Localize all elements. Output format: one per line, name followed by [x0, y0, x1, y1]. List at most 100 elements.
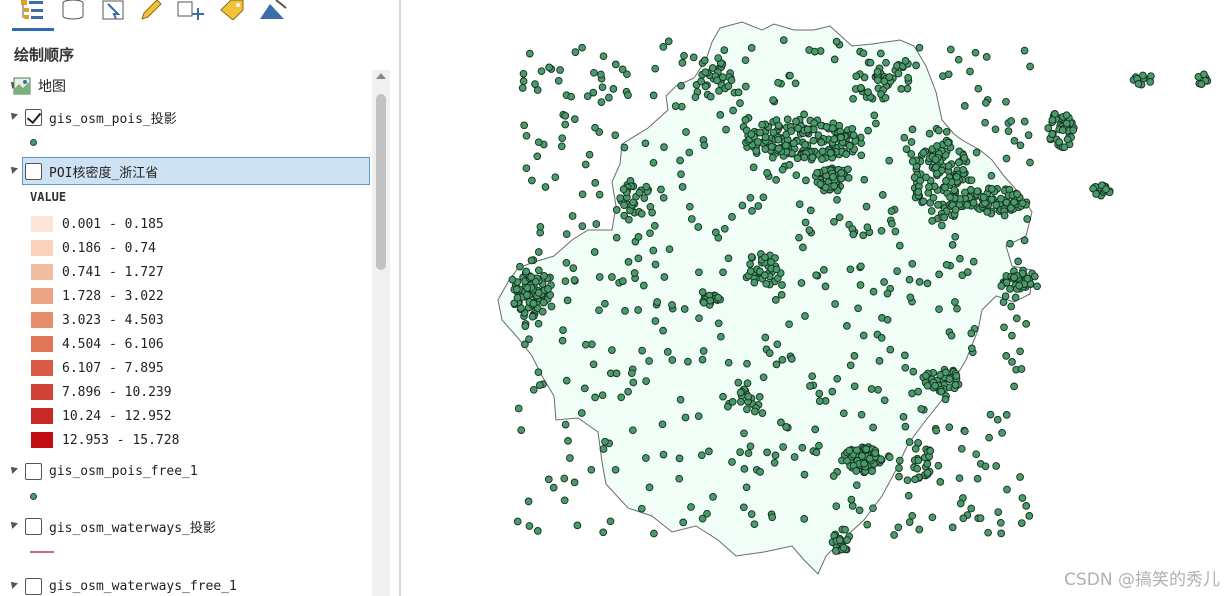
- poi-point: [531, 80, 539, 88]
- poi-point: [806, 382, 814, 390]
- poi-point: [963, 201, 971, 209]
- pane-splitter[interactable]: [399, 0, 401, 596]
- expand-arrow-icon[interactable]: [8, 464, 18, 474]
- poi-point: [606, 517, 615, 526]
- poi-point: [675, 474, 684, 483]
- contents-scrollbar[interactable]: [372, 70, 390, 596]
- poi-point: [1010, 273, 1018, 282]
- poi-point: [982, 99, 990, 107]
- poi-point: [863, 223, 872, 232]
- poi-point: [934, 201, 942, 209]
- poi-point: [846, 361, 855, 370]
- list-by-drawing-order-button[interactable]: [18, 0, 48, 24]
- map-canvas[interactable]: [402, 0, 1226, 596]
- layer-item[interactable]: gis_osm_pois_free_1: [0, 459, 372, 483]
- legend-item[interactable]: 0.741 - 1.727: [30, 260, 350, 284]
- poi-point: [938, 221, 946, 230]
- legend-label: 6.107 - 7.895: [62, 360, 164, 376]
- poi-point: [675, 454, 684, 463]
- layer-visibility-checkbox[interactable]: [25, 108, 42, 126]
- poi-point: [813, 168, 822, 177]
- poi-point: [794, 124, 802, 133]
- poi-point: [578, 43, 586, 52]
- scrollbar-thumb[interactable]: [376, 94, 386, 270]
- poi-point: [951, 298, 959, 306]
- poi-point: [759, 193, 768, 202]
- legend-item[interactable]: 7.896 - 10.239: [30, 380, 350, 404]
- poi-point: [1017, 365, 1026, 373]
- poi-point: [590, 248, 599, 256]
- map-view[interactable]: CSDN @搞笑的秀儿: [402, 0, 1226, 596]
- poi-point: [944, 70, 953, 79]
- contents-toolbar: [0, 0, 391, 36]
- expand-arrow-icon[interactable]: [8, 110, 18, 120]
- poi-point: [915, 43, 924, 52]
- poi-point: [612, 206, 621, 214]
- poi-point: [886, 345, 895, 354]
- list-by-labeling-button[interactable]: [218, 0, 248, 24]
- poi-point: [717, 332, 725, 341]
- poi-point: [609, 85, 618, 93]
- poi-point: [974, 84, 983, 93]
- legend-item[interactable]: 0.001 - 0.185: [30, 212, 350, 236]
- legend-item[interactable]: 12.953 - 15.728: [30, 428, 350, 452]
- poi-point: [996, 194, 1005, 203]
- list-by-snapping-button[interactable]: [176, 0, 206, 24]
- poi-point: [698, 288, 707, 296]
- legend-item[interactable]: 6.107 - 7.895: [30, 356, 350, 380]
- poi-point: [642, 377, 650, 385]
- poi-point: [534, 266, 543, 275]
- poi-point: [629, 378, 638, 387]
- poi-point: [659, 193, 668, 202]
- legend-item[interactable]: 10.24 - 12.952: [30, 404, 350, 428]
- poi-point: [812, 271, 820, 280]
- layer-item[interactable]: gis_osm_waterways_free_1: [0, 574, 372, 596]
- poi-point: [740, 429, 748, 438]
- poi-point: [961, 427, 969, 436]
- layer-item[interactable]: POI核密度_浙江省: [0, 159, 372, 183]
- scroll-up-arrow-icon[interactable]: [376, 73, 386, 79]
- expand-arrow-icon[interactable]: [8, 519, 18, 529]
- layer-item[interactable]: gis_osm_pois_投影: [0, 105, 372, 129]
- poi-point: [539, 298, 548, 307]
- poi-point: [872, 119, 880, 128]
- list-by-source-button[interactable]: [58, 0, 88, 24]
- expand-arrow-icon[interactable]: [8, 164, 18, 174]
- map-node[interactable]: 地图: [0, 74, 372, 98]
- expand-arrow-icon[interactable]: [8, 579, 18, 589]
- layer-item[interactable]: gis_osm_waterways_投影: [0, 514, 372, 538]
- poi-point: [933, 169, 941, 178]
- poi-point: [818, 147, 827, 156]
- list-by-perspective-imagery-button[interactable]: [258, 0, 288, 24]
- poi-point: [774, 135, 783, 144]
- legend-item[interactable]: 0.186 - 0.74: [30, 236, 350, 260]
- poi-point: [885, 453, 894, 462]
- list-by-selection-button[interactable]: [98, 0, 128, 24]
- layer-visibility-checkbox[interactable]: [25, 462, 42, 480]
- legend-item[interactable]: 1.728 - 3.022: [30, 284, 350, 308]
- layer-visibility-checkbox[interactable]: [25, 577, 42, 595]
- poi-point: [687, 503, 695, 511]
- list-by-editing-button[interactable]: [136, 0, 166, 24]
- poi-point: [570, 276, 579, 284]
- legend-item[interactable]: 4.504 - 6.106: [30, 332, 350, 356]
- poi-point: [748, 207, 756, 215]
- layer-visibility-checkbox[interactable]: [25, 162, 42, 180]
- poi-point: [885, 156, 894, 165]
- layer-visibility-checkbox[interactable]: [25, 517, 42, 535]
- poi-point: [736, 448, 744, 456]
- poi-point: [536, 222, 545, 231]
- layer-name: gis_osm_pois_free_1: [49, 463, 198, 479]
- poi-point: [561, 420, 570, 429]
- poi-point: [719, 73, 727, 82]
- poi-point: [894, 523, 903, 532]
- poi-point: [785, 161, 794, 169]
- poi-point: [580, 384, 589, 393]
- poi-point: [617, 393, 626, 402]
- poi-point: [695, 268, 703, 277]
- poi-point: [524, 497, 533, 506]
- legend-item[interactable]: 3.023 - 4.503: [30, 308, 350, 332]
- poi-point: [1011, 293, 1020, 302]
- poi-point: [508, 275, 517, 284]
- list-by-drawing-order-icon: [21, 0, 43, 19]
